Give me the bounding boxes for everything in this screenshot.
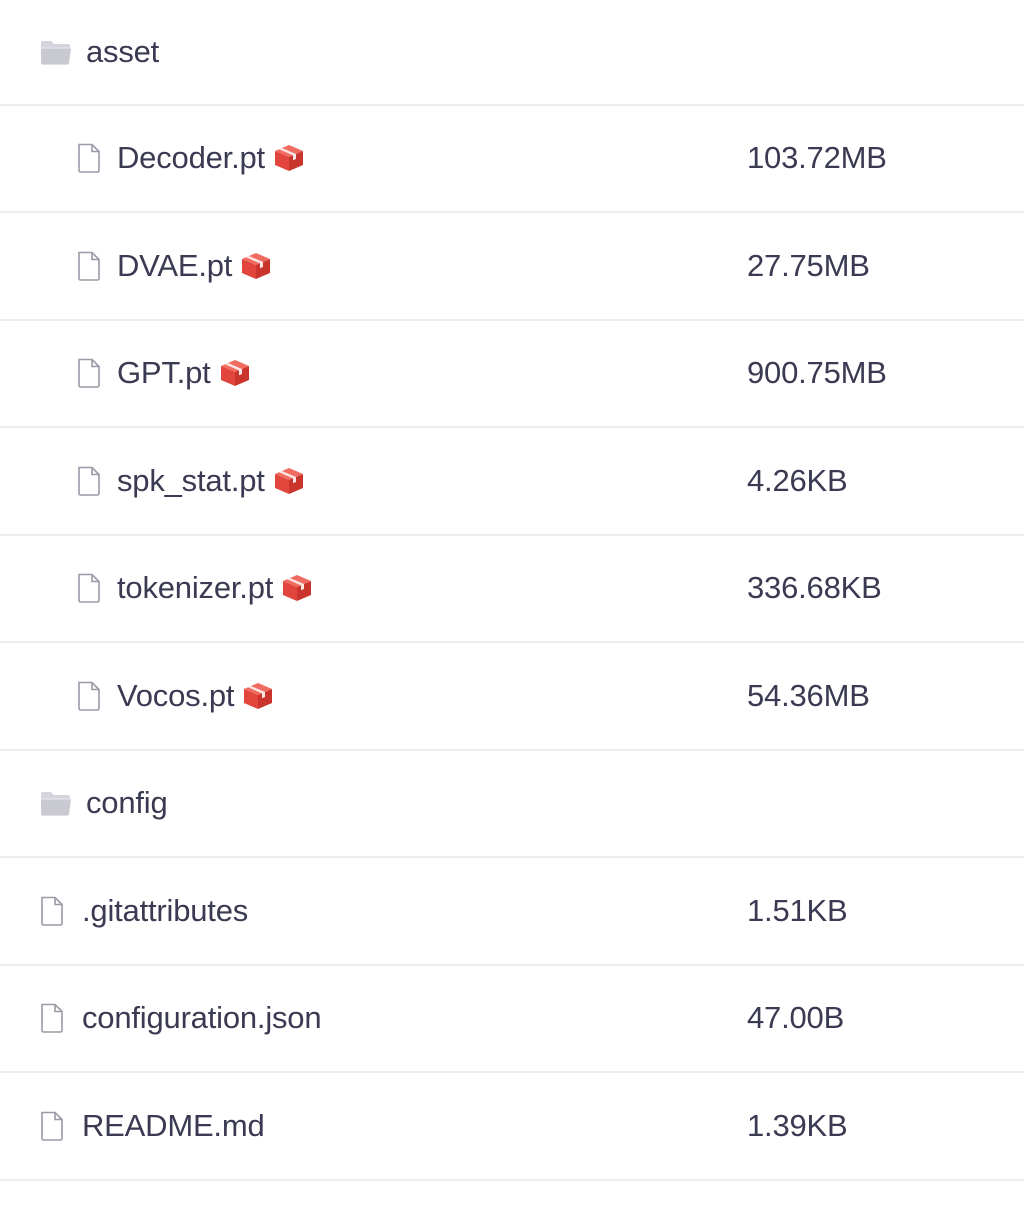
file-name[interactable]: Decoder.pt	[117, 140, 265, 176]
file-row-gpt[interactable]: GPT.pt 900.75MB	[0, 321, 1024, 428]
file-row-gitattributes[interactable]: .gitattributes 1.51KB	[0, 858, 1024, 966]
name-wrap: asset	[40, 0, 159, 104]
name-wrap: spk_stat.pt	[77, 428, 305, 534]
file-icon	[40, 896, 64, 926]
file-name[interactable]: DVAE.pt	[117, 248, 232, 284]
file-icon	[77, 358, 101, 389]
file-icon	[40, 1111, 64, 1141]
name-wrap: GPT.pt	[77, 321, 251, 427]
file-size: 336.68KB	[747, 570, 882, 606]
folder-row-config[interactable]: config	[0, 751, 1024, 858]
file-size: 27.75MB	[747, 247, 870, 283]
file-row-configuration-json[interactable]: configuration.json 47.00B	[0, 966, 1024, 1073]
file-name[interactable]: Vocos.pt	[117, 678, 235, 714]
folder-icon	[40, 789, 72, 817]
file-icon	[40, 1003, 64, 1034]
name-wrap: Vocos.pt	[77, 643, 274, 749]
file-row-readme[interactable]: README.md 1.39KB	[0, 1073, 1024, 1181]
lfs-box-icon	[242, 681, 274, 711]
file-icon	[77, 143, 101, 174]
folder-name[interactable]: asset	[86, 34, 159, 70]
file-icon	[77, 681, 101, 711]
file-row-dvae[interactable]: DVAE.pt 27.75MB	[0, 213, 1024, 321]
name-wrap: tokenizer.pt	[77, 536, 313, 642]
folder-icon	[40, 38, 72, 66]
file-size: 900.75MB	[747, 355, 887, 391]
file-name[interactable]: configuration.json	[82, 1000, 322, 1036]
file-size: 54.36MB	[747, 677, 870, 713]
file-size: 1.39KB	[747, 1107, 848, 1143]
lfs-box-icon	[219, 358, 251, 388]
name-wrap: .gitattributes	[40, 858, 248, 964]
lfs-box-icon	[240, 251, 272, 281]
folder-row-asset[interactable]: asset	[0, 0, 1024, 106]
file-row-spk-stat[interactable]: spk_stat.pt 4.26KB	[0, 428, 1024, 536]
file-list: asset Decoder.pt 103.72MB DVAE.pt 27.75M…	[0, 0, 1024, 1181]
file-size: 4.26KB	[747, 462, 848, 498]
file-name[interactable]: spk_stat.pt	[117, 463, 265, 499]
file-row-tokenizer[interactable]: tokenizer.pt 336.68KB	[0, 536, 1024, 643]
lfs-box-icon	[281, 573, 313, 603]
file-row-vocos[interactable]: Vocos.pt 54.36MB	[0, 643, 1024, 751]
file-size: 1.51KB	[747, 892, 848, 928]
file-name[interactable]: .gitattributes	[82, 893, 248, 929]
folder-name[interactable]: config	[86, 785, 168, 821]
name-wrap: README.md	[40, 1073, 265, 1179]
file-name[interactable]: README.md	[82, 1108, 265, 1144]
file-size: 47.00B	[747, 1000, 845, 1036]
file-name[interactable]: GPT.pt	[117, 355, 211, 391]
lfs-box-icon	[273, 466, 305, 496]
lfs-box-icon	[273, 143, 305, 173]
file-size: 103.72MB	[747, 140, 887, 176]
file-name[interactable]: tokenizer.pt	[117, 570, 273, 606]
name-wrap: DVAE.pt	[77, 213, 272, 319]
name-wrap: Decoder.pt	[77, 106, 305, 212]
file-row-decoder[interactable]: Decoder.pt 103.72MB	[0, 106, 1024, 213]
file-icon	[77, 466, 101, 496]
name-wrap: configuration.json	[40, 966, 322, 1072]
name-wrap: config	[40, 751, 168, 857]
file-icon	[77, 251, 101, 281]
file-icon	[77, 573, 101, 604]
